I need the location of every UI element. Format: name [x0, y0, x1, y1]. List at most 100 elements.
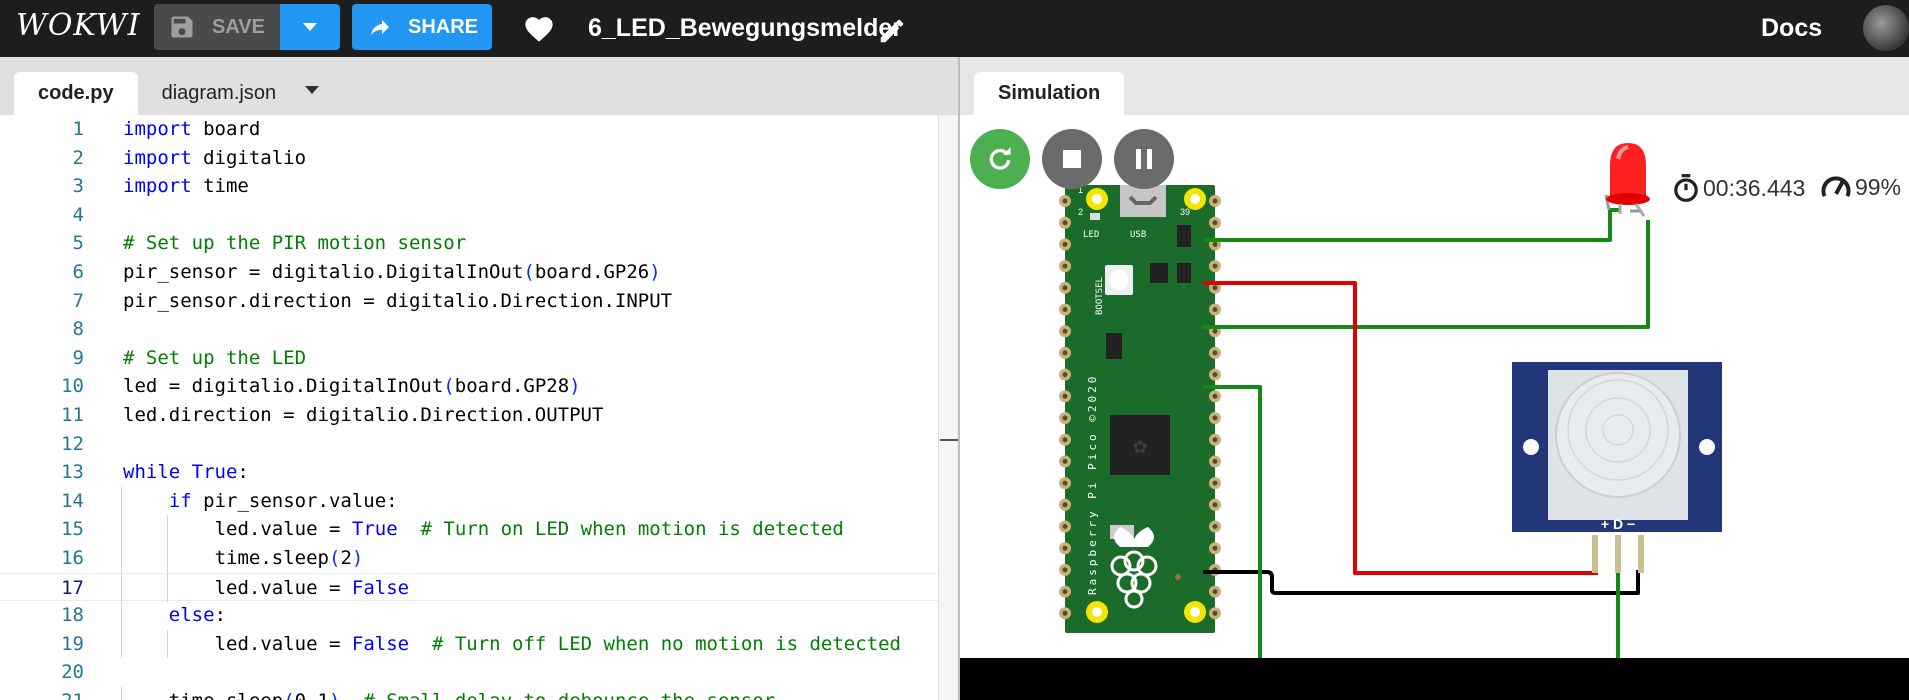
code-token: pir_sensor.value:: [191, 489, 398, 512]
code-token: 0.1: [295, 690, 329, 700]
speedometer-icon: [1821, 176, 1851, 197]
pico-pin-hole: [1062, 437, 1068, 443]
pico-pin-hole: [1212, 502, 1218, 508]
timer-value: 00:36.443: [1703, 174, 1806, 201]
pico-pin-hole: [1212, 480, 1218, 486]
pir-motion-sensor[interactable]: [1512, 362, 1722, 573]
docs-link[interactable]: Docs: [1761, 14, 1822, 43]
code-line[interactable]: 5 # Set up the PIR motion sensor: [0, 229, 938, 258]
code-token: led.value =: [214, 576, 352, 599]
save-button[interactable]: SAVE: [154, 4, 280, 50]
pico-pin-hole: [1212, 524, 1218, 529]
code-token: led.value =: [214, 632, 352, 655]
pico-pin-hole: [1062, 198, 1068, 204]
code-token: # Small delay to debounce the sensor: [363, 690, 775, 700]
line-number: 21: [0, 687, 84, 700]
pico-pin-hole: [1212, 350, 1218, 356]
code-token: ): [569, 375, 581, 398]
code-line[interactable]: 6 pir_sensor = digitalio.DigitalInOut(boa…: [0, 258, 938, 287]
share-button[interactable]: SHARE: [352, 4, 492, 50]
pico-pin-hole: [1062, 589, 1068, 595]
save-label: SAVE: [212, 15, 265, 38]
pico-pin-hole: [1062, 502, 1068, 508]
code-line[interactable]: 17 led.value = False: [0, 572, 938, 603]
code-line[interactable]: 2 import digitalio: [0, 144, 938, 173]
simulation-timer: 00:36.443: [1673, 173, 1805, 203]
code-token: led = digitalio.DigitalInOut: [123, 375, 444, 398]
line-number: 6: [72, 261, 84, 283]
project-title[interactable]: 6_LED_Bewegungsmelder: [588, 14, 902, 43]
indent-guide: [166, 629, 168, 659]
code-line[interactable]: 8: [0, 315, 938, 344]
pause-icon: [1136, 149, 1152, 169]
code-line[interactable]: 11 led.direction = digitalio.Direction.OU…: [0, 401, 938, 430]
indent-guide: [121, 486, 122, 516]
code-line[interactable]: 21 time.sleep(0.1) # Small delay to debou…: [0, 687, 938, 700]
pause-button[interactable]: [1114, 129, 1174, 189]
code-line[interactable]: 13 while True:: [0, 458, 938, 487]
pico-pin-hole: [1212, 415, 1218, 421]
pico-pin-hole: [1062, 263, 1068, 269]
code-line[interactable]: 3 import time: [0, 172, 938, 201]
line-number: 7: [72, 289, 84, 312]
code-text: else:: [169, 601, 226, 630]
code-line[interactable]: 10 led = digitalio.DigitalInOut(board.GP2…: [0, 372, 938, 401]
code-line[interactable]: 18 else:: [0, 601, 938, 630]
pico-pin-hole: [1062, 545, 1068, 551]
tab-diagram-json[interactable]: diagram.json: [138, 72, 301, 115]
line-number: 16: [61, 547, 84, 569]
pico-pin-hole: [1212, 307, 1218, 312]
code-token: (: [328, 547, 341, 569]
code-line[interactable]: 7 pir_sensor.direction = digitalio.Direct…: [0, 287, 938, 316]
editor-pane: code.py diagram.json 1 import board 2 impor…: [0, 57, 959, 700]
code-line[interactable]: 15 led.value = True # Turn on LED when mo…: [0, 515, 938, 544]
line-number: 2: [72, 146, 84, 169]
code-line[interactable]: 9 # Set up the LED: [0, 344, 938, 373]
pico-pin-hole: [1062, 524, 1068, 529]
pico-led-label: LED: [1083, 230, 1099, 240]
line-number: 11: [61, 404, 84, 426]
pico-board-text: Raspberry Pi Pico ©2020: [1086, 374, 1099, 595]
editor-tabs: code.py diagram.json: [14, 72, 300, 115]
pico-pin-hole: [1212, 241, 1218, 247]
indent-guide: [121, 629, 122, 659]
pico-pin-hole: [1212, 198, 1218, 204]
code-line[interactable]: 14 if pir_sensor.value:: [0, 486, 938, 516]
tab-code-py[interactable]: code.py: [14, 72, 138, 115]
save-dropdown-button[interactable]: [280, 4, 340, 50]
tab-menu-caret-icon[interactable]: [305, 86, 319, 95]
code-text: if pir_sensor.value:: [169, 487, 398, 516]
avatar[interactable]: [1863, 5, 1909, 51]
pencil-edit-icon[interactable]: [877, 16, 907, 46]
wokwi-logo[interactable]: WOKWI: [16, 8, 140, 43]
editor-scrollbar[interactable]: [938, 115, 959, 700]
code-text: pir_sensor = digitalio.DigitalInOut(boar…: [123, 258, 661, 287]
serial-monitor[interactable]: [960, 658, 1909, 700]
code-line[interactable]: 16 time.sleep(2): [0, 544, 938, 573]
line-number: 13: [61, 461, 84, 484]
code-text: time.sleep(2): [215, 544, 364, 573]
red-led[interactable]: [1604, 143, 1650, 217]
code-line[interactable]: 4: [0, 201, 938, 230]
code-editor[interactable]: 1 import board 2 import digitalio 3 import ti…: [0, 115, 938, 700]
line-number: 18: [61, 604, 84, 627]
code-token: board.GP28: [454, 375, 570, 398]
code-line[interactable]: 1 import board: [0, 115, 938, 144]
restart-button[interactable]: [970, 129, 1030, 189]
pin-39-label: 39: [1180, 207, 1190, 217]
wire-led-gp28: [1203, 208, 1620, 242]
heart-icon[interactable]: [522, 13, 556, 43]
code-token: led.direction = digitalio.Direction.OUTP…: [123, 404, 604, 426]
tab-simulation[interactable]: Simulation: [974, 72, 1125, 115]
pico-pin-hole: [1212, 328, 1218, 334]
code-line[interactable]: 19 led.value = False # Turn off LED when …: [0, 629, 938, 659]
stop-button[interactable]: [1042, 129, 1102, 189]
code-line[interactable]: 20: [0, 658, 938, 687]
code-line[interactable]: 12: [0, 430, 938, 459]
bootsel-label: BOOTSEL: [1095, 277, 1105, 315]
save-group: SAVE: [154, 4, 340, 50]
pico-pin-hole: [1062, 328, 1068, 334]
code-text: # Set up the PIR motion sensor: [123, 229, 466, 258]
simulation-canvas[interactable]: 1 2 39 LED USB BOOTSEL ✿ Raspberry Pi Pi…: [960, 115, 1909, 658]
pico-pin-hole: [1212, 610, 1218, 616]
